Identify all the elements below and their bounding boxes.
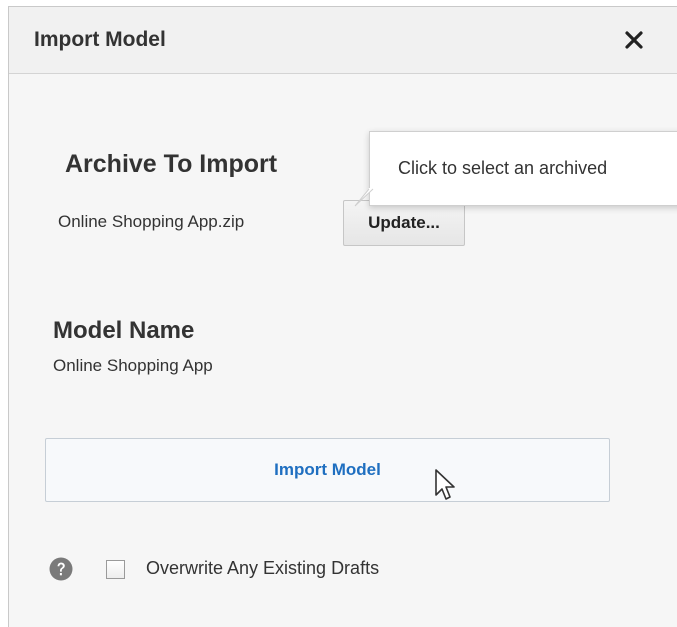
import-model-dialog: Import Model Archive To Import Online Sh… [8,6,677,627]
overwrite-drafts-checkbox[interactable] [106,560,125,579]
dialog-header: Import Model [9,7,677,74]
help-icon[interactable] [49,557,73,581]
close-button[interactable] [619,25,649,55]
model-name-value: Online Shopping App [53,356,213,375]
import-model-button[interactable]: Import Model [45,438,610,502]
tooltip-pointer [354,188,374,207]
tooltip: Click to select an archived [369,131,677,206]
overwrite-drafts-label[interactable]: Overwrite Any Existing Drafts [146,558,379,579]
dialog-title: Import Model [34,28,166,51]
archive-heading: Archive To Import [65,150,278,178]
close-icon [625,31,643,49]
model-name-heading: Model Name [53,317,195,344]
tooltip-text: Click to select an archived [398,158,608,178]
mouse-cursor-icon [435,469,455,500]
archive-filename: Online Shopping App.zip [58,212,245,231]
